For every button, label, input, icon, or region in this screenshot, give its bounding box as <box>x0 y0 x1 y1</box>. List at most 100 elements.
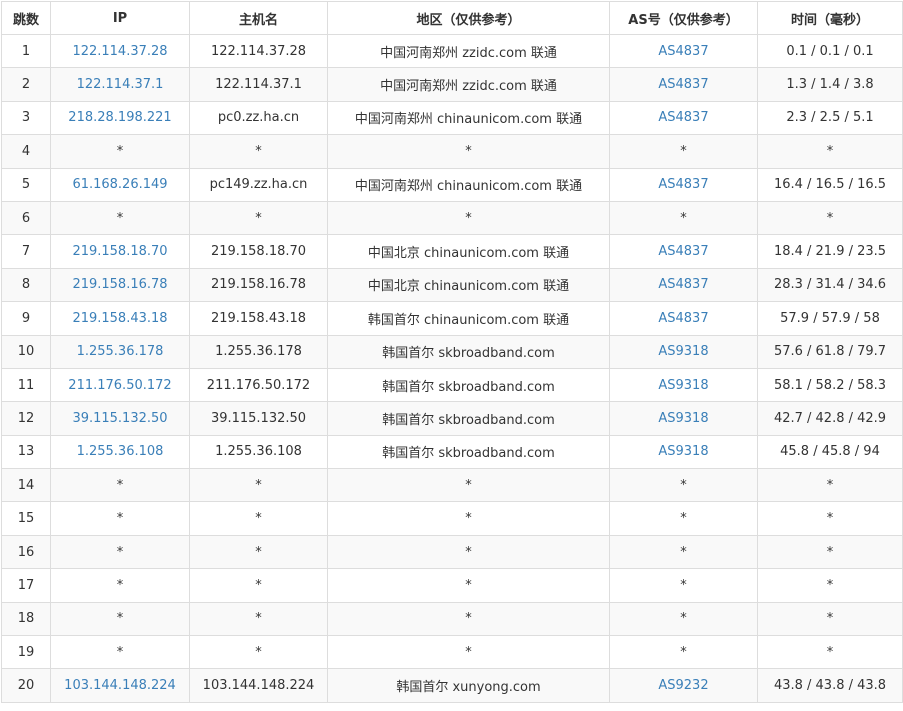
ip-cell: * <box>50 200 190 236</box>
ip-cell: 211.176.50.172 <box>50 367 190 403</box>
as-number-cell: * <box>609 568 758 603</box>
as-link[interactable]: AS4837 <box>658 311 708 326</box>
hostname-cell-text: 219.158.16.78 <box>210 277 307 293</box>
as-link[interactable]: AS9318 <box>658 411 708 426</box>
as-link[interactable]: AS4837 <box>658 44 708 59</box>
region-cell: * <box>327 200 610 236</box>
ip-cell-text: * <box>116 143 124 159</box>
ip-link[interactable]: 219.158.18.70 <box>72 244 167 259</box>
hostname-cell-text: 1.255.36.108 <box>215 444 302 460</box>
time-cell: 42.7 / 42.8 / 42.9 <box>757 401 903 436</box>
hostname-cell: 122.114.37.1 <box>189 67 328 102</box>
table-row: 7 219.158.18.70 219.158.18.70 中国北京 chinauni… <box>1 234 903 269</box>
hop-number-cell-text: 9 <box>21 310 31 326</box>
region-cell-text: * <box>465 644 472 660</box>
hostname-cell-text: 103.144.148.224 <box>202 678 315 694</box>
hop-number-cell: 2 <box>1 67 51 102</box>
ip-link[interactable]: 39.115.132.50 <box>72 411 167 426</box>
hop-number-cell: 5 <box>1 167 51 202</box>
time-cell: * <box>757 134 903 169</box>
ip-cell-text: * <box>116 611 124 627</box>
hop-number-cell-text: 13 <box>17 444 35 460</box>
as-link[interactable]: AS4837 <box>658 110 708 125</box>
as-link[interactable]: AS9318 <box>658 378 708 393</box>
time-cell: 16.4 / 16.5 / 16.5 <box>757 167 903 202</box>
ip-cell: 61.168.26.149 <box>50 167 190 202</box>
as-number-cell: * <box>609 501 758 536</box>
region-cell: 韩国首尔 skbroadband.com <box>327 401 610 436</box>
time-cell-text: 1.3 / 1.4 / 3.8 <box>786 77 874 93</box>
header-time: 时间（毫秒） <box>757 1 903 35</box>
ip-link[interactable]: 219.158.43.18 <box>72 311 167 326</box>
as-number-cell-text: * <box>680 644 687 660</box>
hop-number-cell-text: 5 <box>21 177 31 193</box>
ip-link[interactable]: 1.255.36.108 <box>77 444 164 459</box>
hop-number-cell: 1 <box>1 33 51 69</box>
ip-cell: 1.255.36.178 <box>50 334 190 369</box>
as-link[interactable]: AS9318 <box>658 444 708 459</box>
table-row: 6 * * * * * <box>1 200 903 236</box>
as-link[interactable]: AS4837 <box>658 77 708 92</box>
header-hop: 跳数 <box>1 1 51 35</box>
hostname-cell-text: * <box>255 511 262 527</box>
time-cell-text: 58.1 / 58.2 / 58.3 <box>773 377 887 393</box>
region-cell-text: 中国河南郑州 zzidc.com 联通 <box>380 79 557 95</box>
hostname-cell: * <box>189 200 328 236</box>
ip-link[interactable]: 122.114.37.28 <box>72 44 167 59</box>
ip-link[interactable]: 1.255.36.178 <box>77 344 164 359</box>
ip-cell: * <box>50 468 190 503</box>
ip-link[interactable]: 218.28.198.221 <box>68 110 171 125</box>
ip-cell: * <box>50 134 190 169</box>
ip-link[interactable]: 61.168.26.149 <box>72 177 167 192</box>
header-ip: IP <box>50 1 190 35</box>
hostname-cell-text: * <box>255 644 262 660</box>
hop-number-cell: 16 <box>1 534 51 570</box>
table-row: 12 39.115.132.50 39.115.132.50 韩国首尔 skbroad… <box>1 401 903 436</box>
ip-cell: 39.115.132.50 <box>50 401 190 436</box>
ip-cell: 103.144.148.224 <box>50 668 190 703</box>
hostname-cell: pc0.zz.ha.cn <box>189 100 328 136</box>
time-cell-text: * <box>826 611 834 627</box>
header-hostname: 主机名 <box>189 1 328 35</box>
region-cell-text: * <box>465 210 472 226</box>
as-link[interactable]: AS4837 <box>658 177 708 192</box>
time-cell: * <box>757 534 903 570</box>
as-link[interactable]: AS4837 <box>658 277 708 292</box>
region-cell-text: 中国北京 chinaunicom.com 联通 <box>367 246 570 262</box>
ip-link[interactable]: 211.176.50.172 <box>68 378 171 393</box>
ip-link[interactable]: 103.144.148.224 <box>64 678 176 693</box>
time-cell: 57.9 / 57.9 / 58 <box>757 301 903 336</box>
region-cell-text: 韩国首尔 skbroadband.com <box>382 446 555 462</box>
hostname-cell: pc149.zz.ha.cn <box>189 167 328 202</box>
time-cell-text: 45.8 / 45.8 / 94 <box>780 444 880 460</box>
region-cell: 中国河南郑州 chinaunicom.com 联通 <box>327 100 610 136</box>
hostname-cell-text: 219.158.18.70 <box>210 244 307 260</box>
table-row: 17 * * * * * <box>1 568 903 603</box>
time-cell-text: 16.4 / 16.5 / 16.5 <box>773 177 887 193</box>
hostname-cell-text: 1.255.36.178 <box>215 344 302 360</box>
hop-number-cell-text: 15 <box>17 511 35 527</box>
as-link[interactable]: AS9318 <box>658 344 708 359</box>
as-number-cell: * <box>609 468 758 503</box>
hop-number-cell: 20 <box>1 668 51 703</box>
table-row: 5 61.168.26.149 pc149.zz.ha.cn 中国河南郑州 china… <box>1 167 903 202</box>
ip-cell: * <box>50 501 190 536</box>
ip-cell: 219.158.43.18 <box>50 301 190 336</box>
ip-cell: * <box>50 635 190 670</box>
time-cell: * <box>757 468 903 503</box>
as-link[interactable]: AS9232 <box>658 678 708 693</box>
ip-cell: * <box>50 534 190 570</box>
ip-link[interactable]: 122.114.37.1 <box>77 77 164 92</box>
as-link[interactable]: AS4837 <box>658 244 708 259</box>
traceroute-table: 跳数 IP 主机名 地区（仅供参考） AS号（仅供参考） 时间（毫秒） 1 122… <box>1 1 903 703</box>
region-cell: 中国河南郑州 zzidc.com 联通 <box>327 67 610 102</box>
time-cell-text: * <box>826 544 834 560</box>
region-cell-text: * <box>465 511 472 527</box>
hop-number-cell: 17 <box>1 568 51 603</box>
as-number-cell-text: * <box>680 477 687 493</box>
time-cell-text: 28.3 / 31.4 / 34.6 <box>773 277 887 293</box>
table-row: 19 * * * * * <box>1 635 903 670</box>
hostname-cell: * <box>189 468 328 503</box>
ip-link[interactable]: 219.158.16.78 <box>72 277 167 292</box>
table-row: 3 218.28.198.221 pc0.zz.ha.cn 中国河南郑州 chinau… <box>1 100 903 136</box>
